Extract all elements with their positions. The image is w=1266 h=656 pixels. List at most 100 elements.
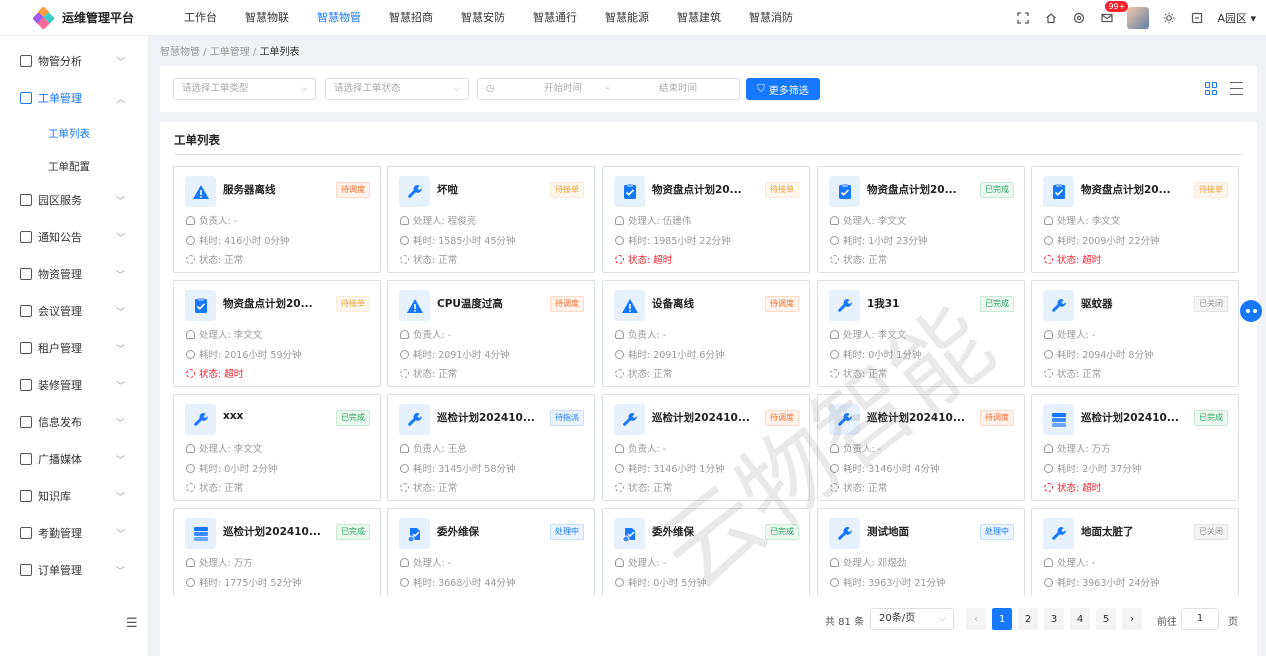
- fullscreen-icon[interactable]: [1015, 10, 1031, 26]
- work-order-card[interactable]: 驱蚊器 已关闭 处理人: - 耗时: 2094小时 8分钟 状态: 正常: [1031, 280, 1239, 387]
- card-person-text: 处理人: 伍建伟: [628, 216, 692, 227]
- end-date-input[interactable]: 结束时间: [638, 79, 718, 99]
- page-size-select[interactable]: 20条/页 ⌵: [870, 608, 954, 630]
- clock-icon: [400, 349, 409, 359]
- sidebar-item[interactable]: 租户管理 ﹀: [0, 336, 149, 360]
- nav-tab[interactable]: 智慧能源: [591, 0, 663, 36]
- work-order-card[interactable]: 巡检计划202410... 待指派 负责人: 王总 耗时: 3145小时 58分钟 状态…: [387, 394, 595, 501]
- sidebar-item[interactable]: 广播媒体 ﹀: [0, 447, 149, 471]
- prev-page-button[interactable]: ‹: [966, 608, 986, 630]
- card-person: 处理人: 李文文: [1044, 213, 1120, 227]
- sidebar-item[interactable]: 园区服务 ﹀: [0, 188, 149, 212]
- person-icon: [1044, 557, 1053, 567]
- status-badge: 待接单: [1194, 182, 1228, 198]
- list-view-icon[interactable]: [1230, 82, 1243, 95]
- nav-tab[interactable]: 智慧招商: [375, 0, 447, 36]
- card-time: 耗时: 2小时 37分钟: [1044, 461, 1141, 475]
- date-range-picker[interactable]: ◷ 开始时间 - 结束时间: [477, 78, 740, 100]
- sidebar-item[interactable]: 信息发布 ﹀: [0, 410, 149, 434]
- work-order-card[interactable]: 巡检计划202410... 已完成处理人: 万方耗时: 1775小时 52分钟状态…: [173, 508, 381, 596]
- nav-tab[interactable]: 工作台: [170, 0, 231, 36]
- sidebar-item[interactable]: 物管分析 ﹀: [0, 49, 149, 73]
- start-date-input[interactable]: 开始时间: [523, 79, 603, 99]
- card-state: 状态: 正常: [1044, 366, 1101, 380]
- clock-icon: [400, 235, 409, 245]
- work-order-card[interactable]: 委外维保 处理中处理人: - 耗时: 3668小时 44分钟状态: 超时: [387, 508, 595, 596]
- assistant-robot-icon[interactable]: [1240, 300, 1262, 322]
- more-filters-button[interactable]: ⛉ 更多筛选: [746, 78, 820, 100]
- pagination: 共 81 条 20条/页 ⌵ ‹ › 前往 1 页 12345: [160, 608, 1257, 632]
- work-order-card[interactable]: 坏啦 待接单 处理人: 程俊亮 耗时: 1585小时 45分钟 状态: 正常: [387, 166, 595, 273]
- work-order-card[interactable]: 物资盘点计划20... 已完成 处理人: 李文文 耗时: 1小时 23分钟 状态: 正常: [817, 166, 1025, 273]
- type-select[interactable]: 请选择工单类型 ⌵: [173, 78, 316, 100]
- card-person-text: 处理人: -: [1057, 330, 1096, 341]
- sidebar-item[interactable]: 知识库 ﹀: [0, 484, 149, 508]
- settings-icon[interactable]: [1071, 10, 1087, 26]
- breadcrumb-item[interactable]: 智慧物管: [160, 47, 200, 58]
- sidebar-item[interactable]: 通知公告 ﹀: [0, 225, 149, 249]
- person-icon: [400, 329, 409, 339]
- page-button[interactable]: 1: [992, 608, 1012, 630]
- card-title: 物资盘点计划20...: [867, 184, 957, 196]
- sidebar-item[interactable]: 会议管理 ﹀: [0, 299, 149, 323]
- grid-view-icon[interactable]: [1205, 82, 1218, 95]
- nav-tab[interactable]: 智慧安防: [447, 0, 519, 36]
- sidebar-item[interactable]: 考勤管理 ﹀: [0, 521, 149, 545]
- work-order-card[interactable]: 物资盘点计划20... 待接单 处理人: 伍建伟 耗时: 1985小时 22分钟 状态:…: [602, 166, 810, 273]
- area-selector[interactable]: A园区 ▾: [1217, 10, 1256, 26]
- work-order-card[interactable]: 服务器离线 待调度 负责人: - 耗时: 416小时 0分钟 状态: 正常: [173, 166, 381, 273]
- chevron-down-icon: ﹀: [115, 344, 125, 355]
- person-icon: [1044, 443, 1053, 453]
- brand[interactable]: 运维管理平台: [0, 5, 150, 30]
- work-order-card[interactable]: 巡检计划202410... 已完成 处理人: 万方 耗时: 2小时 37分钟 状态: 超…: [1031, 394, 1239, 501]
- sidebar-item[interactable]: 物资管理 ﹀: [0, 262, 149, 286]
- goto-input[interactable]: 1: [1181, 608, 1219, 630]
- card-state: 状态: 正常: [400, 366, 457, 380]
- card-person-text: 处理人: 李文文: [843, 216, 907, 227]
- page-button[interactable]: 3: [1044, 608, 1064, 630]
- work-order-card[interactable]: 测试地面 处理中处理人: 邓煜劲耗时: 3963小时 21分钟状态: 正常: [817, 508, 1025, 596]
- card-title: CPU温度过高: [437, 298, 503, 310]
- sidebar-subitem[interactable]: 工单列表: [0, 121, 149, 145]
- sidebar-item[interactable]: 工单管理 ︿: [0, 86, 149, 110]
- work-order-card[interactable]: 委外维保 已完成处理人: - 耗时: 0小时 5分钟状态: 正常: [602, 508, 810, 596]
- chevron-down-icon: ﹀: [115, 57, 125, 68]
- page-button[interactable]: 4: [1070, 608, 1090, 630]
- home-icon[interactable]: [1043, 10, 1059, 26]
- chevron-down-icon: ⌵: [300, 84, 307, 94]
- work-order-card[interactable]: 地面太脏了 已关闭处理人: - 耗时: 3963小时 24分钟状态: 正常: [1031, 508, 1239, 596]
- work-order-card[interactable]: 巡检计划202410... 待调度 负责人: - 耗时: 3146小时 1分钟 状态: …: [602, 394, 810, 501]
- avatar[interactable]: [1127, 7, 1150, 29]
- card-title: 驱蚊器: [1081, 298, 1113, 310]
- work-order-card[interactable]: 设备离线 待调度 负责人: - 耗时: 2091小时 6分钟 状态: 正常: [602, 280, 810, 387]
- breadcrumb-item[interactable]: 工单管理: [210, 47, 250, 58]
- nav-tab[interactable]: 智慧物管: [303, 0, 375, 36]
- sidebar-item-label: 会议管理: [38, 305, 82, 318]
- page-button[interactable]: 5: [1096, 608, 1116, 630]
- menu-icon: [20, 490, 32, 502]
- sun-icon[interactable]: [1161, 10, 1177, 26]
- nav-tab[interactable]: 智慧通行: [519, 0, 591, 36]
- sidebar-item[interactable]: 装修管理 ﹀: [0, 373, 149, 397]
- next-page-button[interactable]: ›: [1122, 608, 1142, 630]
- work-order-card[interactable]: 1我31 已完成 处理人: 李文文 耗时: 0小时 1分钟 状态: 正常: [817, 280, 1025, 387]
- status-select[interactable]: 请选择工单状态 ⌵: [325, 78, 469, 100]
- work-order-card[interactable]: xxx 已完成 处理人: 李文文 耗时: 0小时 2分钟 状态: 正常: [173, 394, 381, 501]
- screen-icon[interactable]: [1189, 10, 1205, 26]
- sidebar-item[interactable]: 订单管理 ﹀: [0, 558, 149, 582]
- work-order-card[interactable]: CPU温度过高 待调度 负责人: - 耗时: 2091小时 4分钟 状态: 正常: [387, 280, 595, 387]
- work-order-card[interactable]: 物资盘点计划20... 待接单 处理人: 李文文 耗时: 2016小时 59分钟 状态:…: [173, 280, 381, 387]
- card-state: 状态: 超时: [186, 594, 243, 596]
- checklist-icon: [829, 176, 860, 207]
- nav-tab[interactable]: 智慧物联: [231, 0, 303, 36]
- card-time: 耗时: 2091小时 4分钟: [400, 347, 509, 361]
- page-button[interactable]: 2: [1018, 608, 1038, 630]
- status-icon: [1044, 368, 1053, 378]
- nav-tab[interactable]: 智慧建筑: [663, 0, 735, 36]
- sidebar-subitem[interactable]: 工单配置: [0, 154, 149, 178]
- nav-tab[interactable]: 智慧消防: [735, 0, 807, 36]
- mail-icon[interactable]: 99+: [1099, 1, 1129, 26]
- work-order-card[interactable]: 物资盘点计划20... 待接单 处理人: 李文文 耗时: 2009小时 22分钟 状态:…: [1031, 166, 1239, 273]
- work-order-card[interactable]: 巡检计划202410... 待调度 负责人: - 耗时: 3146小时 4分钟 状态: …: [817, 394, 1025, 501]
- collapse-menu-icon[interactable]: ☰: [126, 616, 138, 631]
